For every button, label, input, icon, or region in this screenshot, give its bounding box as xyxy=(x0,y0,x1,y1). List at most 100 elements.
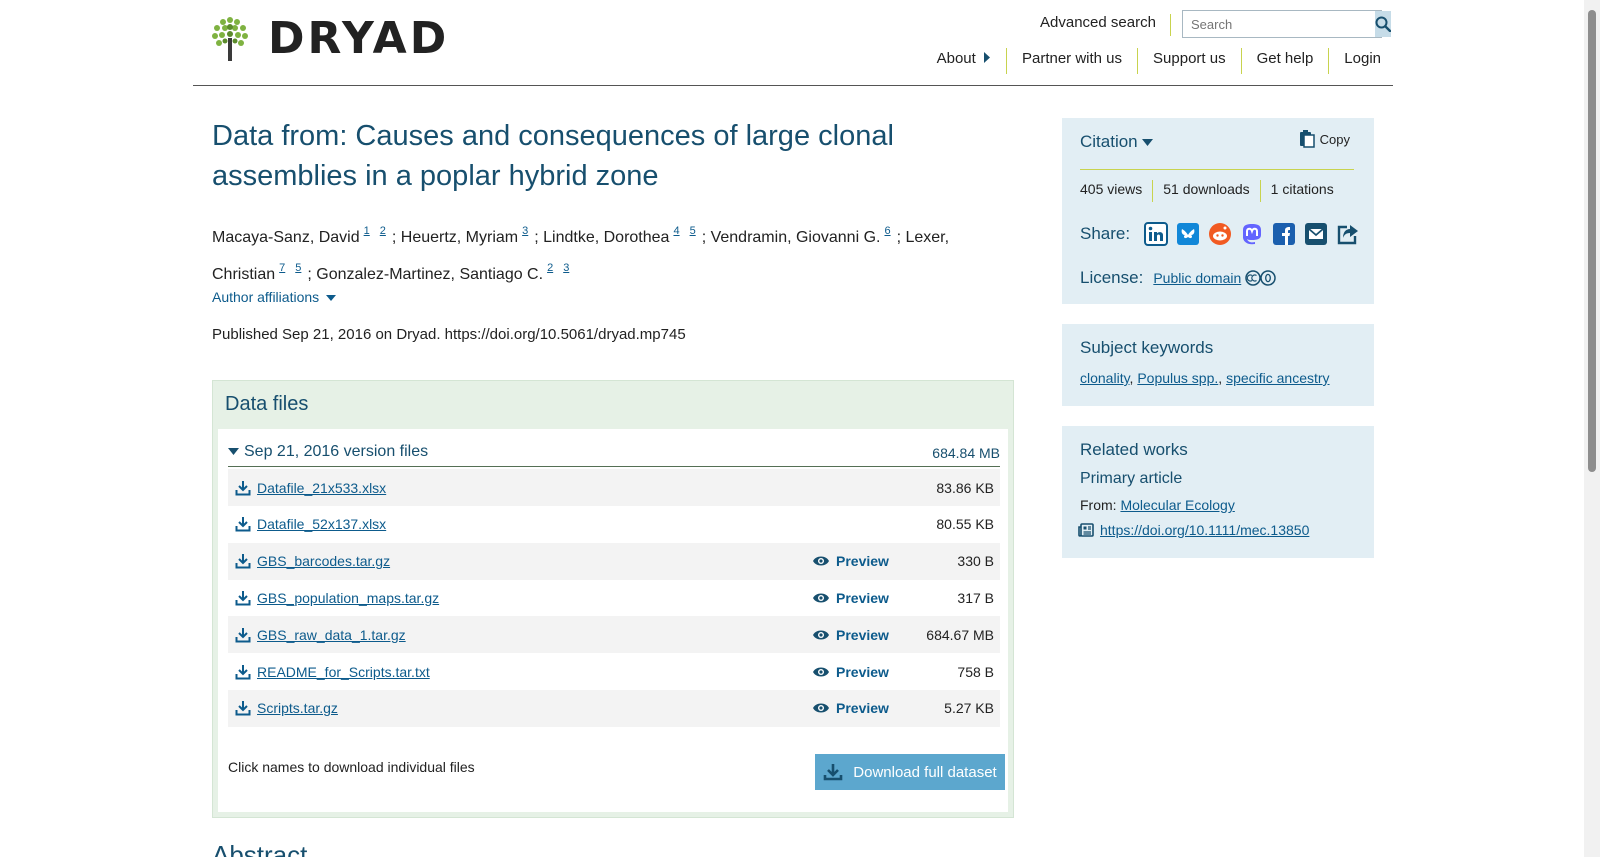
file-row: README_for_Scripts.tar.txt Preview 758 B xyxy=(228,653,1000,690)
download-icon xyxy=(235,480,251,495)
download-icon xyxy=(235,664,251,679)
file-size: 83.86 KB xyxy=(936,479,994,496)
data-files-panel: Data files Sep 21, 2016 version files 68… xyxy=(212,380,1014,818)
newspaper-icon xyxy=(1078,523,1094,537)
author-name: Lindtke, Dorothea xyxy=(543,229,670,246)
preview-button[interactable]: Preview xyxy=(812,627,902,643)
dryad-logo[interactable]: DRYAD xyxy=(212,16,449,61)
email-icon[interactable] xyxy=(1304,222,1328,246)
download-icon xyxy=(823,764,843,781)
downloads-count: 51 downloads xyxy=(1153,180,1261,202)
affiliation-ref[interactable]: 2 xyxy=(547,262,553,274)
facebook-icon[interactable] xyxy=(1272,222,1296,246)
affiliation-ref[interactable]: 5 xyxy=(295,262,301,274)
version-label: Sep 21, 2016 version files xyxy=(244,443,429,460)
download-full-dataset-button[interactable]: Download full dataset xyxy=(815,754,1005,790)
file-row: Datafile_52x137.xlsx 80.55 KB xyxy=(228,506,1000,543)
reddit-icon[interactable] xyxy=(1208,222,1232,246)
file-download-link[interactable]: GBS_population_maps.tar.gz xyxy=(257,590,812,606)
file-row: Scripts.tar.gz Preview 5.27 KB xyxy=(228,689,1000,727)
caret-down-icon xyxy=(228,448,239,455)
preview-label: Preview xyxy=(836,589,889,606)
main-nav: About Partner with us Support us Get hel… xyxy=(922,48,1381,74)
nav-support[interactable]: Support us xyxy=(1138,48,1242,74)
affiliation-ref[interactable]: 7 xyxy=(279,262,285,274)
license-label: License: xyxy=(1080,268,1144,287)
affiliation-ref[interactable]: 6 xyxy=(884,225,890,237)
primary-article-label: Primary article xyxy=(1080,470,1183,487)
keyword-link[interactable]: clonality xyxy=(1080,370,1130,386)
download-icon xyxy=(235,517,251,532)
mastodon-icon[interactable] xyxy=(1240,222,1264,246)
from-label: From: xyxy=(1080,497,1117,513)
preview-button[interactable]: Preview xyxy=(812,664,902,680)
preview-button[interactable]: Preview xyxy=(812,700,902,716)
dataset-title: Data from: Causes and consequences of la… xyxy=(212,120,894,192)
preview-button[interactable]: Preview xyxy=(812,590,902,606)
citations-count: 1 citations xyxy=(1270,181,1334,197)
search-icon xyxy=(1375,16,1391,32)
file-size: 330 B xyxy=(957,553,994,570)
file-download-link[interactable]: README_for_Scripts.tar.txt xyxy=(257,664,812,680)
linkedin-icon[interactable] xyxy=(1144,222,1169,246)
tree-logo-icon xyxy=(212,17,248,61)
file-download-link[interactable]: Datafile_52x137.xlsx xyxy=(257,516,812,532)
author-affiliations-toggle[interactable]: Author affiliations xyxy=(212,289,337,305)
search-button[interactable] xyxy=(1375,11,1391,37)
affiliation-ref[interactable]: 2 xyxy=(380,225,386,237)
share-label: Share: xyxy=(1080,224,1131,243)
logo-wordmark: DRYAD xyxy=(268,12,450,64)
keyword-list: clonality, Populus spp., specific ancest… xyxy=(1080,370,1330,386)
copy-label: Copy xyxy=(1319,131,1350,147)
nav-about[interactable]: About xyxy=(922,48,1007,74)
download-full-label: Download full dataset xyxy=(853,763,997,781)
affiliation-ref[interactable]: 4 xyxy=(673,225,679,237)
preview-label: Preview xyxy=(836,663,889,680)
file-download-link[interactable]: GBS_raw_data_1.tar.gz xyxy=(257,627,812,643)
bluesky-icon[interactable] xyxy=(1176,222,1200,246)
preview-label: Preview xyxy=(836,626,889,643)
affiliation-ref[interactable]: 3 xyxy=(522,225,528,237)
copy-citation-button[interactable]: Copy xyxy=(1299,130,1350,148)
abstract-heading: Abstract xyxy=(212,842,308,857)
keyword-link[interactable]: specific ancestry xyxy=(1226,370,1329,386)
nav-partner[interactable]: Partner with us xyxy=(1007,48,1139,74)
eye-icon xyxy=(813,556,829,566)
share-icon[interactable] xyxy=(1336,222,1360,246)
download-icon xyxy=(235,701,251,716)
search-form xyxy=(1182,10,1391,38)
keyword-link[interactable]: Populus spp. xyxy=(1137,370,1218,386)
author-name: Heuertz, Myriam xyxy=(400,229,519,246)
page-scrollbar[interactable] xyxy=(1584,0,1600,857)
file-download-link[interactable]: Datafile_21x533.xlsx xyxy=(257,480,812,496)
affiliation-ref[interactable]: 1 xyxy=(364,225,370,237)
scrollbar-thumb[interactable] xyxy=(1588,10,1596,472)
eye-icon xyxy=(813,630,829,640)
eye-icon xyxy=(813,593,829,603)
file-download-link[interactable]: GBS_barcodes.tar.gz xyxy=(257,553,812,569)
nav-login[interactable]: Login xyxy=(1329,48,1381,74)
file-size: 80.55 KB xyxy=(936,516,994,533)
nav-help[interactable]: Get help xyxy=(1242,48,1330,74)
eye-icon xyxy=(813,667,829,676)
keywords-title: Subject keywords xyxy=(1080,338,1214,357)
file-list-container: Sep 21, 2016 version files 684.84 MB Dat… xyxy=(218,429,1008,812)
preview-button[interactable]: Preview xyxy=(812,553,902,569)
author-affiliations-label: Author affiliations xyxy=(212,289,320,305)
file-download-link[interactable]: Scripts.tar.gz xyxy=(257,700,812,716)
citation-label: Citation xyxy=(1080,132,1138,151)
file-row: GBS_raw_data_1.tar.gz Preview 684.67 MB xyxy=(228,616,1000,654)
advanced-search-link[interactable]: Advanced search xyxy=(1040,14,1171,36)
affiliation-ref[interactable]: 3 xyxy=(563,262,569,274)
version-toggle[interactable]: Sep 21, 2016 version files 684.84 MB xyxy=(228,443,1000,467)
affiliation-ref[interactable]: 5 xyxy=(690,225,696,237)
file-size: 684.67 MB xyxy=(926,626,994,643)
article-doi-link[interactable]: https://doi.org/10.1111/mec.13850 xyxy=(1100,522,1309,538)
license-link[interactable]: Public domain xyxy=(1153,270,1241,286)
caret-down-icon xyxy=(326,295,337,301)
journal-link[interactable]: Molecular Ecology xyxy=(1120,497,1234,513)
search-input[interactable] xyxy=(1183,11,1375,37)
file-size: 758 B xyxy=(957,663,994,680)
file-row: GBS_barcodes.tar.gz Preview 330 B xyxy=(228,542,1000,580)
citation-toggle[interactable]: Citation xyxy=(1080,132,1154,152)
